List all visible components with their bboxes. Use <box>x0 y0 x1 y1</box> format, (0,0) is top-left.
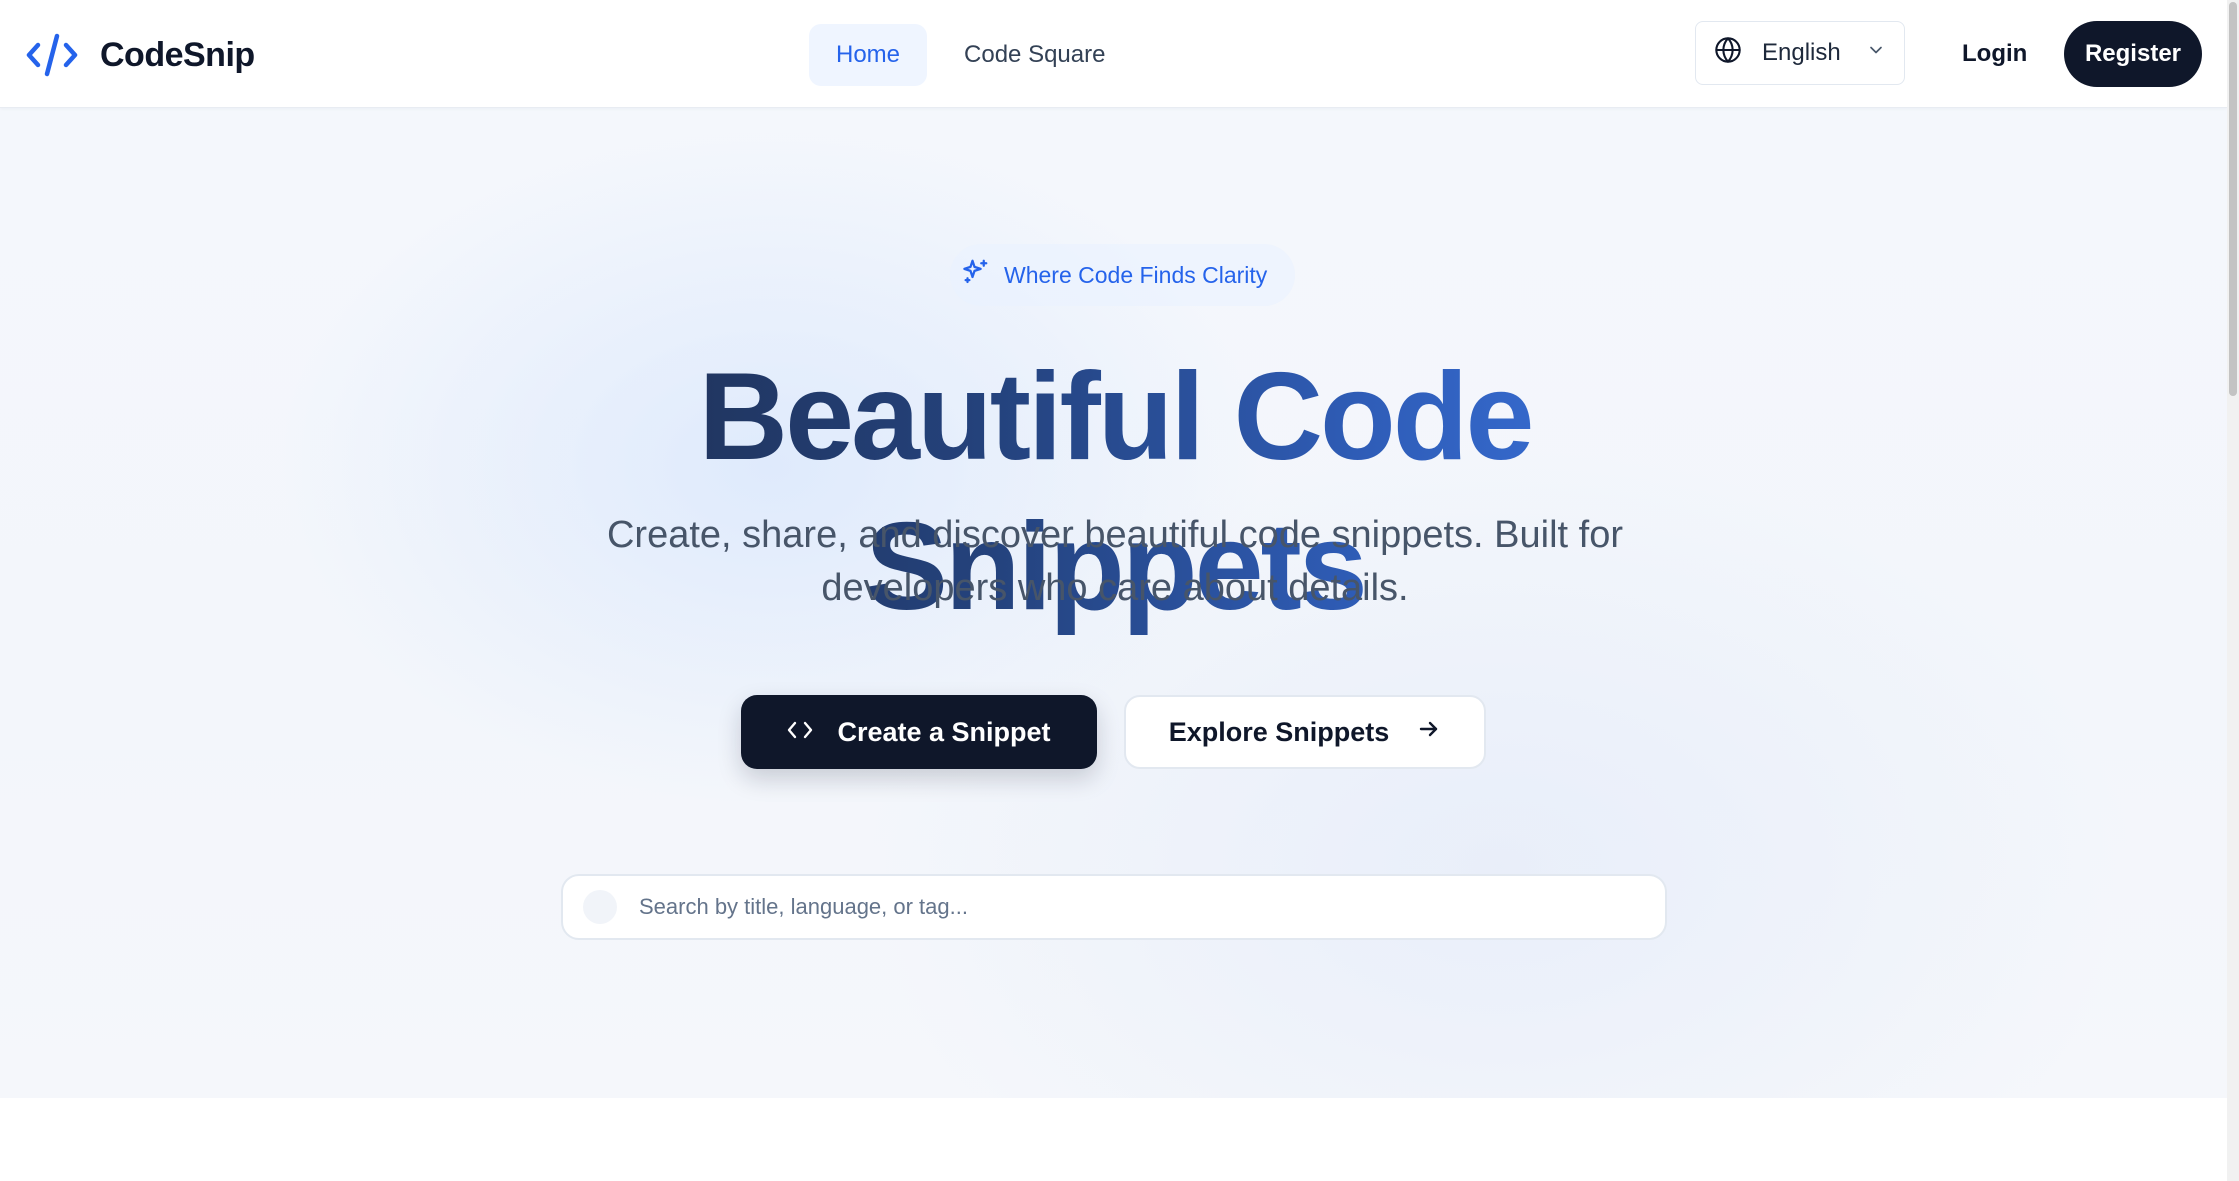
main-nav: Home Code Square <box>809 24 1132 86</box>
create-snippet-label: Create a Snippet <box>837 716 1051 747</box>
globe-icon <box>1714 36 1742 71</box>
login-button[interactable]: Login <box>1940 24 2049 84</box>
code-brackets-icon <box>26 32 78 78</box>
top-navbar: CodeSnip Home Code Square English Login … <box>0 0 2227 108</box>
register-button[interactable]: Register <box>2064 21 2202 87</box>
hero-title-wrapper: Beautiful Code Snippets <box>480 342 1750 636</box>
nav-item-home[interactable]: Home <box>809 24 928 86</box>
search-input[interactable] <box>637 893 1645 921</box>
arrow-right-icon <box>1417 717 1441 748</box>
sparkles-icon <box>960 257 990 293</box>
tagline-badge: Where Code Finds Clarity <box>950 244 1296 306</box>
nav-item-code-square[interactable]: Code Square <box>937 24 1132 86</box>
logo-text: CodeSnip <box>100 35 255 74</box>
create-snippet-button[interactable]: Create a Snippet <box>741 695 1097 769</box>
search-icon <box>583 890 617 924</box>
language-select[interactable]: English <box>1695 21 1905 85</box>
scrollbar-thumb[interactable] <box>2229 2 2237 396</box>
hero-section: Where Code Finds Clarity Beautiful Code … <box>0 107 2227 1098</box>
search-box <box>561 874 1667 940</box>
logo[interactable]: CodeSnip <box>26 30 255 80</box>
hero-subtitle: Create, share, and discover beautiful co… <box>606 514 1624 609</box>
chevron-down-icon <box>1866 39 1886 67</box>
language-select-value: English <box>1762 39 1841 66</box>
code-icon <box>787 717 813 748</box>
tagline-text: Where Code Finds Clarity <box>1004 261 1268 288</box>
explore-snippets-label: Explore Snippets <box>1168 716 1390 747</box>
explore-snippets-button[interactable]: Explore Snippets <box>1124 695 1486 769</box>
